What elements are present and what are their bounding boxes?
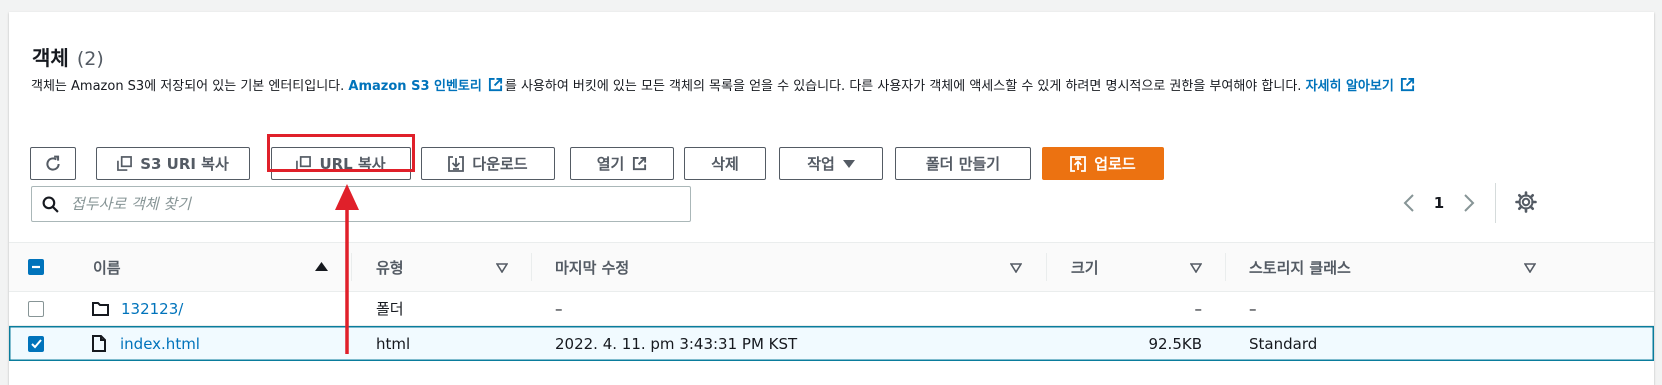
- upload-icon: [1070, 155, 1087, 172]
- description-text-1: 객체는 Amazon S3에 저장되어 있는 기본 엔터티입니다.: [31, 79, 345, 94]
- column-header-storage-class[interactable]: 스토리지 클래스: [1249, 243, 1351, 291]
- storage-class-cell: Standard: [1249, 334, 1318, 353]
- size-cell: –: [1194, 299, 1203, 318]
- column-header-last-modified[interactable]: 마지막 수정: [555, 243, 629, 291]
- search-icon: [42, 196, 59, 213]
- table-row-selected[interactable]: index.html html 2022. 4. 11. pm 3:43:31 …: [9, 326, 1654, 361]
- upload-button[interactable]: 업로드: [1042, 147, 1164, 180]
- delete-label: 삭제: [711, 155, 739, 173]
- minus-icon: [32, 265, 40, 269]
- actions-label: 작업: [807, 155, 835, 173]
- size-cell: 92.5KB: [1148, 334, 1202, 353]
- search-input[interactable]: [69, 188, 690, 220]
- open-label: 열기: [596, 155, 625, 173]
- row-checkbox-cell: [28, 326, 44, 361]
- preferences-button[interactable]: [1514, 190, 1538, 214]
- download-button[interactable]: 다운로드: [421, 147, 555, 180]
- learn-more-link[interactable]: 자세히 알아보기: [1305, 77, 1417, 94]
- column-header-size[interactable]: 크기: [1071, 243, 1099, 291]
- gear-icon: [1515, 191, 1537, 213]
- copy-url-label: URL 복사: [319, 155, 386, 173]
- type-cell: 폴더: [376, 300, 404, 318]
- copy-url-button[interactable]: URL 복사: [271, 147, 411, 180]
- section-description: 객체는 Amazon S3에 저장되어 있는 기본 엔터티입니다. Amazon…: [31, 74, 1631, 100]
- inventory-link-label: Amazon S3 인벤토리: [348, 79, 482, 94]
- inventory-link[interactable]: Amazon S3 인벤토리: [348, 77, 504, 94]
- column-header-type[interactable]: 유형: [376, 243, 404, 291]
- pagination-divider: [1495, 183, 1496, 223]
- current-page-number[interactable]: 1: [1424, 194, 1454, 212]
- last-modified-cell: –: [555, 299, 563, 318]
- refresh-icon: [46, 155, 60, 171]
- download-icon: [448, 155, 465, 172]
- object-name-link[interactable]: 132123/: [121, 300, 183, 318]
- chevron-left-icon: [1403, 194, 1414, 212]
- open-button[interactable]: 열기: [570, 147, 674, 180]
- sort-ascending-icon[interactable]: [315, 261, 328, 272]
- external-link-icon: [633, 156, 647, 171]
- section-title: 객체: [32, 46, 69, 70]
- upload-label: 업로드: [1094, 155, 1136, 173]
- copy-icon: [296, 156, 312, 171]
- external-link-icon: [488, 77, 503, 92]
- folder-icon: [92, 302, 109, 316]
- checkmark-icon: [30, 338, 42, 348]
- sort-icon[interactable]: [1010, 263, 1022, 273]
- delete-button[interactable]: 삭제: [684, 147, 766, 180]
- table-row[interactable]: 132123/ 폴더 – – –: [9, 291, 1654, 326]
- search-box[interactable]: [31, 186, 691, 222]
- copy-s3-uri-label: S3 URI 복사: [140, 155, 229, 173]
- pagination: 1: [1394, 188, 1484, 218]
- column-header-name[interactable]: 이름: [93, 243, 121, 291]
- create-folder-button[interactable]: 폴더 만들기: [895, 147, 1031, 180]
- type-cell: html: [376, 334, 411, 353]
- actions-dropdown[interactable]: 작업: [779, 147, 883, 180]
- learn-more-label: 자세히 알아보기: [1305, 79, 1394, 94]
- storage-class-cell: –: [1249, 299, 1257, 318]
- name-cell: 132123/: [92, 291, 183, 326]
- sort-icon[interactable]: [496, 263, 508, 273]
- copy-icon: [117, 156, 133, 171]
- column-divider: [351, 253, 352, 281]
- object-count: (2): [76, 48, 104, 70]
- column-divider: [531, 253, 532, 281]
- select-all-checkbox-cell: [28, 243, 44, 291]
- previous-page-button[interactable]: [1394, 188, 1424, 218]
- row-checkbox[interactable]: [28, 300, 44, 317]
- name-cell: index.html: [92, 326, 200, 361]
- download-label: 다운로드: [472, 155, 528, 173]
- chevron-right-icon: [1464, 194, 1475, 212]
- row-checkbox-cell: [28, 291, 44, 326]
- sort-icon[interactable]: [1524, 263, 1536, 273]
- file-icon: [92, 335, 106, 352]
- last-modified-cell: 2022. 4. 11. pm 3:43:31 PM KST: [555, 334, 798, 353]
- description-text-2: 를 사용하여 버킷에 있는 모든 객체의 목록을 얻을 수 있습니다. 다른 사…: [504, 79, 1302, 94]
- next-page-button[interactable]: [1454, 188, 1484, 218]
- row-checkbox-checked[interactable]: [28, 335, 44, 352]
- sort-icon[interactable]: [1190, 263, 1202, 273]
- column-divider: [1046, 253, 1047, 281]
- section-header: 객체 (2): [32, 42, 104, 71]
- select-all-checkbox[interactable]: [28, 259, 44, 275]
- create-folder-label: 폴더 만들기: [925, 155, 1001, 173]
- column-divider: [1225, 253, 1226, 281]
- copy-s3-uri-button[interactable]: S3 URI 복사: [96, 147, 250, 180]
- caret-down-icon: [842, 159, 855, 168]
- objects-panel: 객체 (2) 객체는 Amazon S3에 저장되어 있는 기본 엔터티입니다.…: [9, 12, 1654, 385]
- external-link-icon: [1400, 77, 1415, 92]
- object-name-link[interactable]: index.html: [120, 335, 200, 353]
- table-header: 이름 유형 마지막 수정 크기 스토리지 클래스: [9, 242, 1654, 292]
- refresh-button[interactable]: [30, 147, 76, 180]
